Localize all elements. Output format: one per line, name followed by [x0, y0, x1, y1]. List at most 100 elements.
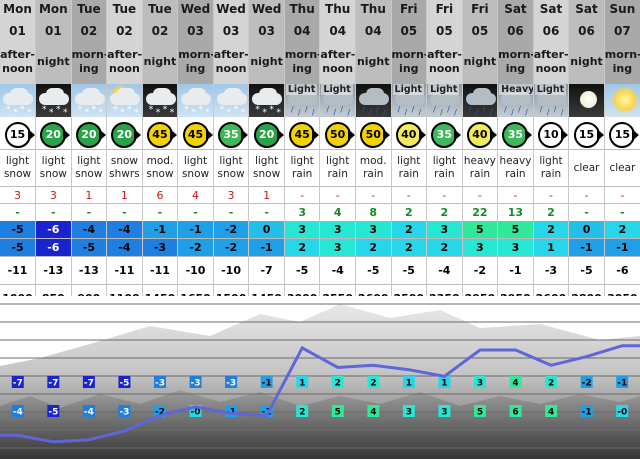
lower-temp-label: -0	[616, 405, 629, 418]
period-label: after-noon	[0, 48, 35, 75]
upper-temp-label-text: 1	[441, 379, 447, 389]
icon-cell: / / / / Light	[391, 84, 428, 117]
rain-drop: /	[518, 105, 521, 114]
upper-temp-label-text: 1	[406, 379, 412, 389]
period-label: morn-ing	[71, 48, 107, 75]
upper-temp-label: 1	[402, 376, 415, 389]
header-cell: Sat 06 night	[568, 0, 605, 84]
wind-cell: 20	[248, 117, 285, 150]
lower-temp-label: 3	[438, 405, 451, 418]
snow-flake: *	[276, 108, 281, 118]
snow-flake: *	[77, 105, 83, 115]
summary-text: light rain	[432, 155, 456, 180]
summary-text: light snow	[181, 155, 210, 180]
lower-temp-label: -4	[11, 405, 24, 418]
lower-temp-label-text: -0	[617, 408, 627, 418]
summary-text: light rain	[326, 155, 350, 180]
snow-flake: *	[226, 108, 232, 118]
temp-max-cell: 2	[604, 220, 640, 239]
summary-cell: light snow	[177, 149, 214, 187]
upper-temp-label: -1	[260, 376, 273, 389]
icon-caption: Light	[321, 84, 353, 95]
snow-amount-cell: 3	[0, 186, 37, 204]
lower-temp-label-text: -5	[48, 408, 58, 418]
temp-max-cell: -2	[213, 220, 250, 239]
period-label: night	[250, 55, 283, 68]
header-cell: Wed 03 after-noon	[213, 0, 250, 84]
period-label: morn-ing	[498, 48, 534, 75]
cloud-shape	[188, 88, 207, 100]
temp-max-row: -5 -6 -4 -4 -1 -1 -2 0 3 3 3 2 3 5 5 2 0 2	[0, 220, 640, 239]
day-label: Tue	[77, 2, 101, 16]
rain-amount-cell: 3	[284, 203, 321, 221]
rain-amount-cell: -	[142, 203, 179, 221]
rain-amount-cell: -	[106, 203, 143, 221]
temp-max-cell: -4	[106, 220, 143, 239]
wind-chill-cell: -5	[355, 256, 392, 285]
temp-min-cell: -1	[604, 238, 640, 257]
wind-cell: 45	[177, 117, 214, 150]
rain-drop: /	[297, 108, 301, 117]
rain-drop: /	[482, 105, 486, 114]
snow-flake: *	[219, 105, 225, 115]
rain-drop: /	[433, 105, 436, 114]
snow-flake: *	[120, 108, 125, 118]
icon-cell: / / / / Light	[319, 84, 356, 117]
snow-flake: *	[269, 105, 274, 115]
snow-cloudy-night-icon: * * * *	[36, 84, 71, 117]
period-label: night	[37, 55, 70, 68]
date-label: 02	[151, 24, 169, 38]
snow-flake: *	[20, 105, 25, 115]
snow-row: 33116431----------	[0, 186, 640, 204]
header-cell: Sun 07 morn-ing	[604, 0, 640, 84]
snow-flake: *	[240, 108, 246, 118]
date-label: 07	[614, 24, 631, 38]
upper-temp-label: -3	[154, 376, 166, 389]
wind-cell: 35	[497, 117, 534, 150]
header-cell: Mon 01 after-noon	[0, 0, 37, 84]
snow-flake: *	[98, 108, 104, 118]
summary-text: mod. snow	[146, 155, 174, 180]
rain-amount-cell: 2	[391, 203, 428, 221]
wind-speed-icon: 50	[324, 121, 355, 148]
wind-speed-icon: 20	[40, 121, 71, 148]
lower-temp-label-text: 3	[406, 408, 412, 418]
summary-text: light rain	[539, 155, 563, 180]
rain-drop: /	[475, 108, 479, 117]
date-label: 04	[364, 24, 382, 38]
rain-cloudy-day-icon: / / / / Light	[284, 84, 319, 117]
header-cell: Sat 06 morn-ing	[497, 0, 534, 84]
summary-cell: light snow	[0, 149, 37, 187]
wind-speed-icon: 20	[75, 121, 106, 148]
forecast-widget: Mon 01 after-noon Mon 01 night Tue 02 morn-ing Tu…	[0, 0, 640, 459]
rain-drop: /	[560, 108, 564, 117]
summary-text: light snow	[253, 155, 281, 180]
temp-max-cell: 0	[248, 220, 285, 239]
rain-amount-cell: 2	[426, 203, 463, 221]
lower-temp-label-text: 5	[477, 408, 483, 418]
icon-cell: * * * *	[71, 84, 108, 118]
wind-cell: 20	[71, 117, 108, 150]
snow-flake: *	[134, 108, 139, 118]
summary-text: light rain	[290, 155, 314, 180]
rain-amount-cell: -	[71, 203, 108, 221]
snow-flake: *	[127, 105, 132, 115]
period-label: night	[570, 55, 603, 68]
period-label: night	[143, 55, 177, 68]
snow-cloudy-day-icon: * * * *	[178, 84, 213, 117]
period-label: after-noon	[213, 48, 249, 75]
wind-cell: 15	[604, 117, 640, 150]
summary-cell: light snow	[35, 149, 72, 187]
wind-speed-icon: 35	[218, 121, 248, 148]
day-label: Wed	[180, 2, 211, 16]
wind-chill-cell: -6	[604, 256, 640, 285]
cloud-shape	[365, 88, 384, 100]
icon-cell: * * * *	[177, 84, 214, 117]
icon-row: * * * * * * * * * * * * * * * * * * * * * * * * * * * * * * * * / / / / Ligh…	[0, 84, 640, 117]
header-cell: Tue 02 night	[142, 0, 179, 84]
wind-cell: 15	[0, 117, 37, 150]
wind-chill-row: -11 -13 -13 -11 -11 -10 -10 -7 -5 -4 -5 -5 -4 -2 -1 -3-…	[0, 256, 640, 285]
snow-amount-cell: -	[568, 186, 605, 204]
temp-min-cell: 2	[355, 238, 392, 257]
wind-chill-cell: -4	[319, 256, 356, 285]
